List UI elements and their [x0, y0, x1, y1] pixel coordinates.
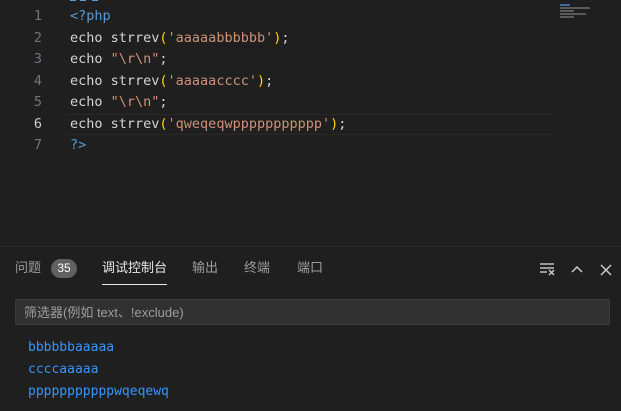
filter-box: [15, 299, 610, 325]
line-number: 3: [33, 51, 42, 67]
line-number: 2: [33, 29, 42, 46]
code-token: ?>: [70, 137, 87, 153]
tab-output[interactable]: 输出: [192, 259, 218, 277]
code-token: 'aaaaabbbbbb': [167, 29, 274, 46]
code-token: ;: [265, 72, 274, 89]
close-icon[interactable]: [596, 259, 616, 279]
chevron-up-icon[interactable]: [567, 259, 587, 279]
scrolled-line-fragment: [70, 0, 98, 1]
code-token: ): [256, 72, 266, 89]
line-number: 1: [33, 8, 42, 24]
code-token: ;: [159, 94, 168, 110]
code-token: echo strrev: [70, 115, 160, 132]
code-token: (: [159, 72, 168, 89]
code-line[interactable]: 7 ?>: [0, 135, 621, 157]
code-token: <?php: [70, 8, 111, 24]
code-token: echo strrev: [70, 29, 160, 46]
code-token: 'aaaaacccc': [167, 72, 257, 89]
code-text: echo strrev('aaaaabbbbbb');: [70, 28, 290, 50]
code-token: echo strrev: [70, 72, 160, 89]
code-token: "\r\n": [110, 51, 160, 67]
code-token: echo: [70, 94, 111, 110]
problems-count-badge: 35: [51, 259, 77, 278]
clear-console-icon[interactable]: [538, 259, 558, 279]
panel-tab-bar: 问题 35 调试控制台 输出 终端 端口: [0, 247, 621, 289]
console-output-line: pppppppppppwqeqewq: [28, 384, 169, 399]
filter-input[interactable]: [16, 300, 609, 324]
code-text: echo strrev('aaaaacccc');: [70, 71, 273, 93]
line-number: 7: [33, 137, 42, 153]
line-number: 4: [33, 72, 42, 89]
code-line[interactable]: 1 <?php: [0, 6, 621, 28]
code-text: ?>: [70, 135, 86, 157]
code-token: "\r\n": [110, 94, 160, 110]
code-line[interactable]: 3 echo "\r\n";: [0, 49, 621, 71]
code-line[interactable]: 2 echo strrev('aaaaabbbbbb');: [0, 28, 621, 50]
code-text: echo strrev('qweqeqwppppppppppp');: [70, 114, 346, 136]
code-line[interactable]: 6 echo strrev('qweqeqwppppppppppp');: [0, 114, 621, 136]
code-token: ;: [281, 29, 290, 46]
console-output-line: bbbbbbaaaaa: [28, 340, 115, 355]
line-number: 6: [33, 115, 42, 132]
code-token: 'qweqeqwppppppppppp': [167, 115, 331, 132]
line-number: 5: [33, 94, 42, 110]
code-line[interactable]: 4 echo strrev('aaaaacccc');: [0, 71, 621, 93]
code-text: echo "\r\n";: [70, 92, 168, 114]
code-token: echo: [70, 51, 111, 67]
tab-problems[interactable]: 问题: [15, 259, 41, 277]
code-editor[interactable]: 1 <?php 2 echo strrev('aaaaabbbbbb'); 3 echo …: [0, 0, 621, 246]
tab-ports[interactable]: 端口: [297, 259, 323, 277]
code-text: echo "\r\n";: [70, 49, 168, 71]
code-token: ;: [338, 115, 347, 132]
tab-terminal[interactable]: 终端: [244, 259, 270, 277]
tab-debug-console[interactable]: 调试控制台: [102, 259, 168, 285]
code-token: (: [159, 29, 168, 46]
console-output-line: ccccaaaaa: [28, 362, 99, 377]
code-text: <?php: [70, 6, 111, 28]
code-token: ;: [159, 51, 168, 67]
code-token: (: [159, 115, 168, 132]
bottom-panel: 问题 35 调试控制台 输出 终端 端口 bbbbbbaaaaa ccccaaa…: [0, 246, 621, 411]
code-line[interactable]: 5 echo "\r\n";: [0, 92, 621, 114]
